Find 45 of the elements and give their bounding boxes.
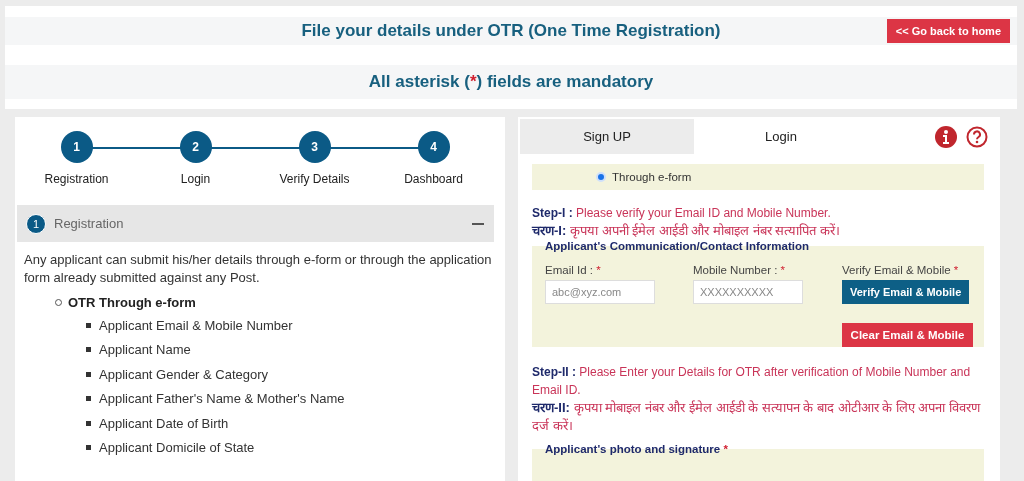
section-number: 1 [26,213,46,234]
bullet-icon [86,420,91,426]
step-number: 3 [298,131,331,163]
bullet-icon [86,371,91,377]
input-field[interactable]: XXXXXXXXXX [693,280,803,304]
step-label: Login [180,172,211,186]
section-legend: Applicant's Communication/Contact Information [545,240,810,252]
intro-text: Any applicant can submit his/her details through e-form or through the application form already submitted against any Post. [24,251,493,287]
bullet-icon [86,322,91,328]
list-item: Applicant Name [99,342,191,358]
field-label: Verify Email & Mobile * [842,264,960,276]
step-number: 2 [179,131,212,163]
list-item: Applicant Gender & Category [99,366,269,382]
field-label: Mobile Number : * [693,264,787,276]
input-field[interactable]: abc@xyz.com [545,280,655,304]
step-label: Verify Details [279,172,350,186]
step-label: Dashboard [404,172,463,186]
list-item: Applicant Date of Birth [99,415,229,431]
radio-button[interactable] [596,172,606,182]
field-label: Email Id : * [545,264,602,276]
section-title: Registration [54,216,125,231]
step-instruction: Step-II : Please Enter your Details for OTR after verification of Mobile Number and Email ID. [532,364,972,399]
page-title: File your details under OTR (One Time Registration) [301,21,721,41]
verify-button[interactable]: Verify Email & Mobile [842,280,970,304]
step-hindi-instruction: चरण-II: कृपया मोबाइल नंबर और ईमेल आईडी के सत्यापन के बाद ओटीआर के लिए अपना विवरण दर्ज करें। [532,399,982,435]
mandatory-notice: All asterisk (*) fields are mandatory [368,72,654,92]
bullet-icon [86,347,91,353]
home-button[interactable]: << Go back to home [886,19,1010,43]
step-label: Registration [44,172,109,186]
bullet-icon [86,445,91,451]
step-instruction: Step-I : Please verify your Email ID and Mobile Number. [532,205,832,222]
clear-button[interactable]: Clear Email & Mobile [842,323,973,347]
tab[interactable]: Sign UP [520,119,694,154]
step-hindi-instruction: चरण-I: कृपया अपनी ईमेल आईडी और मोबाइल नंबर सत्यापित करें। [532,222,841,240]
list-item: Applicant Domicile of State [99,440,255,456]
step-number: 4 [417,131,450,163]
list-title: OTR Through e-form [68,295,196,310]
help-icon[interactable] [966,125,988,148]
bullet-icon [86,396,91,402]
step-number: 1 [60,131,93,163]
list-item: Applicant Father's Name & Mother's Name [99,391,345,407]
radio-label: Through e-form [612,171,692,183]
section-legend: Applicant's photo and signature * [545,443,728,455]
list-item: Applicant Email & Mobile Number [99,317,293,333]
info-icon[interactable] [935,125,957,148]
